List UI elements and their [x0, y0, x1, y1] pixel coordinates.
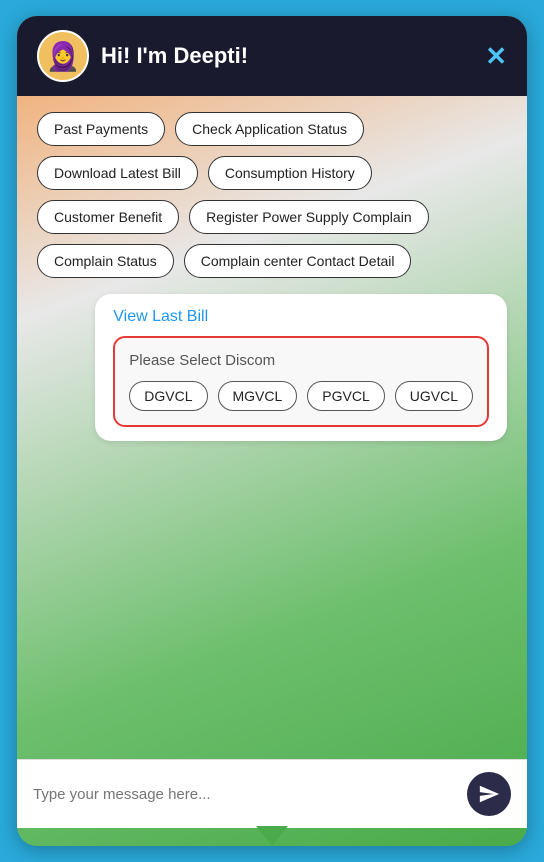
option-complain-status[interactable]: Complain Status — [37, 244, 174, 278]
quick-options: Past Payments Check Application Status D… — [37, 112, 507, 278]
discom-ugvcl[interactable]: UGVCL — [395, 381, 473, 411]
option-customer-benefit[interactable]: Customer Benefit — [37, 200, 179, 234]
message-input[interactable] — [33, 786, 457, 803]
discom-label: Please Select Discom — [129, 352, 473, 369]
message-bubble: View Last Bill Please Select Discom DGVC… — [95, 294, 507, 441]
chat-container: 🧕 Hi! I'm Deepti! ✕ Past Payments Check … — [17, 16, 527, 846]
option-past-payments[interactable]: Past Payments — [37, 112, 165, 146]
discom-mgvcl[interactable]: MGVCL — [218, 381, 298, 411]
send-button[interactable] — [467, 772, 511, 816]
discom-dgvcl[interactable]: DGVCL — [129, 381, 207, 411]
close-button[interactable]: ✕ — [485, 43, 507, 69]
header-left: 🧕 Hi! I'm Deepti! — [37, 30, 248, 82]
avatar: 🧕 — [37, 30, 89, 82]
discom-pgvcl[interactable]: PGVCL — [307, 381, 384, 411]
chat-header: 🧕 Hi! I'm Deepti! ✕ — [17, 16, 527, 96]
option-consumption-history[interactable]: Consumption History — [208, 156, 372, 190]
discom-options: DGVCL MGVCL PGVCL UGVCL — [129, 381, 473, 411]
send-icon — [478, 783, 500, 805]
chat-tail — [256, 826, 288, 846]
chat-footer — [17, 759, 527, 828]
chat-body: Past Payments Check Application Status D… — [17, 96, 527, 759]
view-last-bill-text: View Last Bill — [113, 308, 489, 326]
option-complain-center-contact-detail[interactable]: Complain center Contact Detail — [184, 244, 412, 278]
option-download-latest-bill[interactable]: Download Latest Bill — [37, 156, 198, 190]
discom-selector: Please Select Discom DGVCL MGVCL PGVCL U… — [113, 336, 489, 427]
header-title: Hi! I'm Deepti! — [101, 43, 248, 69]
option-check-application-status[interactable]: Check Application Status — [175, 112, 364, 146]
option-register-power-supply-complain[interactable]: Register Power Supply Complain — [189, 200, 428, 234]
